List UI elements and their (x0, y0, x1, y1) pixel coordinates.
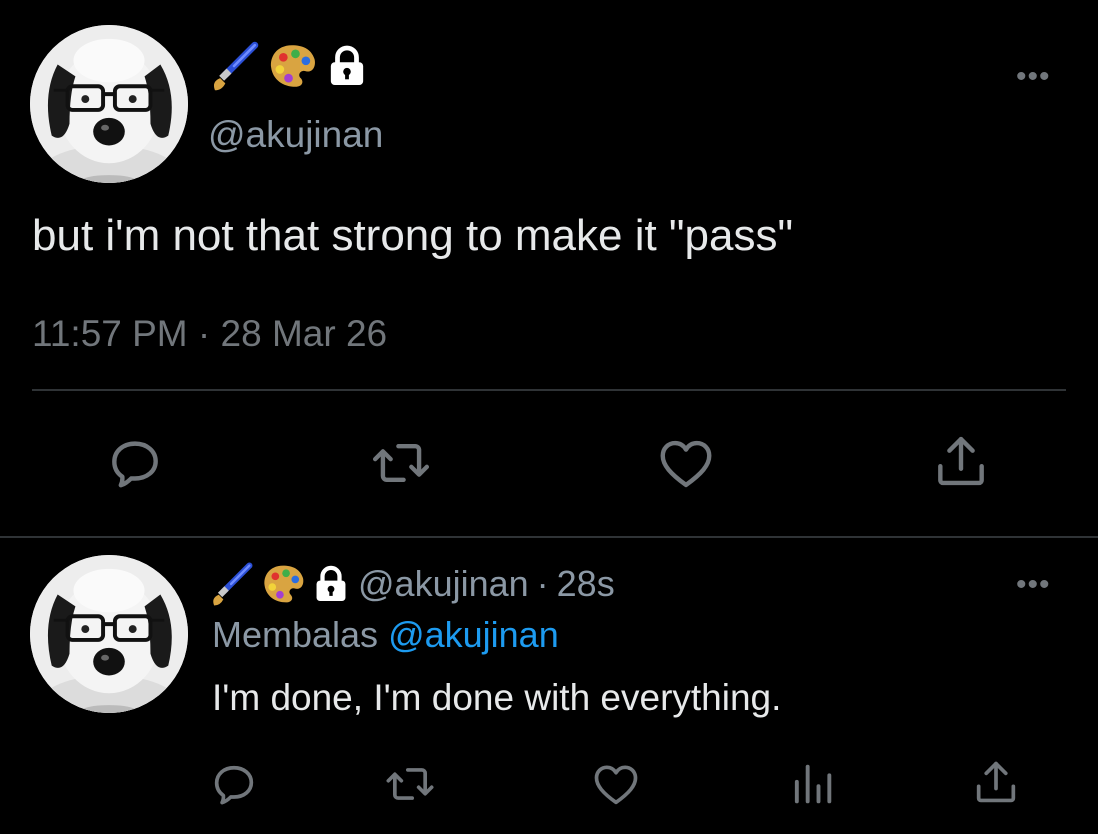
display-name[interactable] (208, 38, 366, 94)
dog-avatar-image (30, 25, 188, 183)
avatar[interactable] (30, 25, 188, 183)
username-handle[interactable]: @akujinan (208, 116, 383, 153)
tweet-timestamp[interactable]: 11:57 PM · 28 Mar 26 (32, 315, 387, 352)
retweet-icon[interactable] (370, 432, 432, 494)
more-options-icon[interactable]: ••• (1016, 62, 1051, 92)
reply-icon[interactable] (104, 432, 166, 494)
paintbrush-emoji-icon (208, 40, 260, 92)
username-handle[interactable]: @akujinan (358, 566, 529, 602)
tweet-age[interactable]: 28s (557, 566, 615, 602)
more-options-icon[interactable]: ••• (1016, 570, 1051, 600)
tweet-text: but i'm not that strong to make it "pass… (32, 211, 794, 260)
reply-text: I'm done, I'm done with everything. (212, 677, 782, 718)
palette-emoji-icon (260, 561, 306, 607)
analytics-icon[interactable] (786, 758, 838, 810)
lock-icon (328, 45, 366, 87)
share-icon[interactable] (970, 756, 1022, 808)
palette-emoji-icon (266, 40, 318, 92)
tweet-date: 28 Mar 26 (220, 313, 388, 354)
replying-to-line: Membalas @akujinan (212, 617, 559, 653)
divider (32, 389, 1066, 391)
avatar[interactable] (30, 555, 188, 713)
replying-to-link[interactable]: @akujinan (388, 614, 559, 655)
tweet-time: 11:57 PM (32, 313, 188, 354)
meta-separator: · (197, 313, 211, 354)
meta-separator: · (536, 563, 549, 604)
paintbrush-emoji-icon (208, 561, 254, 607)
share-icon[interactable] (930, 430, 992, 492)
lock-icon (314, 565, 348, 603)
like-icon[interactable] (655, 432, 717, 494)
reply-header: @akujinan · 28s (208, 558, 615, 610)
like-icon[interactable] (590, 758, 642, 810)
reply-icon[interactable] (208, 758, 260, 810)
section-divider (0, 536, 1098, 538)
replying-prefix: Membalas (212, 614, 379, 655)
retweet-icon[interactable] (384, 758, 436, 810)
display-name[interactable] (208, 561, 348, 607)
dog-avatar-image (30, 555, 188, 713)
